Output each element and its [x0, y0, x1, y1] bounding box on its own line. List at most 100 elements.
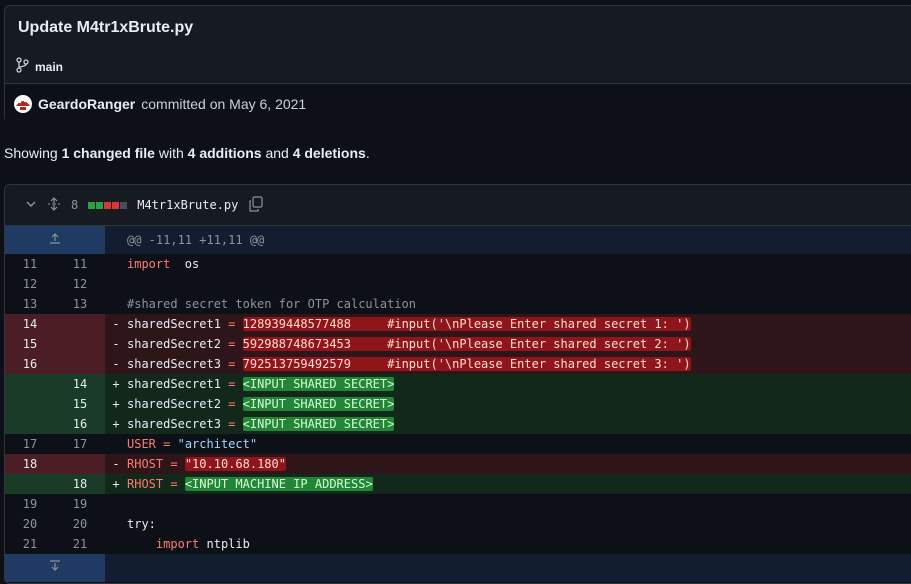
- file-name[interactable]: M4tr1xBrute.py: [137, 198, 238, 212]
- diff-marker: [105, 434, 127, 454]
- new-line-number[interactable]: 19: [55, 494, 105, 514]
- code-token: import: [155, 537, 200, 551]
- diffstat-block: [96, 201, 104, 209]
- commit-author[interactable]: GeardoRanger: [38, 96, 135, 112]
- expand-up-icon: [48, 226, 62, 254]
- new-line-number[interactable]: 14: [55, 374, 105, 394]
- old-line-number[interactable]: 14: [5, 314, 55, 334]
- avatar[interactable]: [14, 95, 32, 113]
- diff-line: 15 - sharedSecret2 = 592988748673453 #inpu…: [5, 334, 911, 354]
- code-content: sharedSecret1 = 128939448577488 #input('…: [127, 314, 691, 334]
- chevron-down-icon[interactable]: [25, 198, 37, 213]
- file-header: 8 M4tr1xBrute.py: [5, 185, 911, 226]
- hunk-range: @@ -11,11 +11,11 @@: [127, 233, 265, 247]
- diff-line: 19 19: [5, 494, 911, 514]
- code-content: try:: [127, 514, 156, 534]
- old-line-number[interactable]: 20: [5, 514, 55, 534]
- new-line-number[interactable]: 11: [55, 254, 105, 274]
- old-line-number[interactable]: 15: [5, 334, 55, 354]
- new-line-number[interactable]: [55, 454, 105, 474]
- new-line-number[interactable]: 21: [55, 534, 105, 554]
- old-line-number[interactable]: 12: [5, 274, 55, 294]
- diff-line: 16 - sharedSecret3 = 792513759492579 #inpu…: [5, 354, 911, 374]
- code-token: <INPUT SHARED SECRET>: [242, 377, 395, 391]
- code-token: =: [228, 417, 236, 431]
- commit-author-row: GeardoRanger committed on May 6, 2021: [5, 83, 911, 124]
- code-content: sharedSecret2 = <INPUT SHARED SECRET>: [127, 394, 395, 414]
- code-token: "10.10.68.180": [184, 457, 286, 471]
- code-token: RHOST: [127, 477, 164, 491]
- diffstat-block: [120, 201, 128, 209]
- diff-line: 15 + sharedSecret2 = <INPUT SHARED SECRET>: [5, 394, 911, 414]
- old-line-number[interactable]: 13: [5, 294, 55, 314]
- code-content: RHOST = <INPUT MACHINE IP ADDRESS>: [127, 474, 373, 494]
- hunk-header: @@ -11,11 +11,11 @@: [5, 226, 911, 254]
- diff-marker: [105, 294, 127, 314]
- branch-name: main: [35, 59, 64, 74]
- code-token: "architect": [177, 437, 258, 451]
- new-line-number[interactable]: 20: [55, 514, 105, 534]
- diff-line: 12 12: [5, 274, 911, 294]
- code-content: import os: [127, 254, 199, 274]
- old-line-number[interactable]: 11: [5, 254, 55, 274]
- summary-end: .: [365, 145, 370, 161]
- git-branch-icon: [15, 57, 29, 76]
- unfold-icon[interactable]: [47, 196, 61, 214]
- summary-additions: 4 additions: [187, 145, 262, 161]
- summary-and: and: [265, 145, 289, 161]
- diff-marker: +: [112, 377, 120, 391]
- code-token: =: [228, 377, 236, 391]
- new-line-number[interactable]: 17: [55, 434, 105, 454]
- old-line-number[interactable]: 16: [5, 354, 55, 374]
- expand-up-button[interactable]: [5, 226, 105, 254]
- change-count: 8: [71, 198, 79, 212]
- new-line-number[interactable]: 13: [55, 294, 105, 314]
- code-token: 792513759492579 #input('\nPlease Enter s…: [242, 357, 691, 371]
- code-content: USER = "architect": [127, 434, 257, 454]
- old-line-number[interactable]: [5, 414, 55, 434]
- new-line-number[interactable]: [55, 314, 105, 334]
- code-token: sharedSecret3: [127, 417, 229, 431]
- copy-icon[interactable]: [248, 195, 264, 215]
- code-token: =: [228, 337, 236, 351]
- code-content: RHOST = "10.10.68.180": [127, 454, 286, 474]
- new-line-number[interactable]: [55, 334, 105, 354]
- code-content: sharedSecret3 = <INPUT SHARED SECRET>: [127, 414, 395, 434]
- old-line-number[interactable]: 21: [5, 534, 55, 554]
- hunk-footer: [5, 554, 911, 582]
- code-token: <INPUT MACHINE IP ADDRESS>: [184, 477, 373, 491]
- code-token: 128939448577488 #input('\nPlease Enter s…: [242, 317, 691, 331]
- diff-marker: [105, 494, 127, 514]
- new-line-number[interactable]: 16: [55, 414, 105, 434]
- code-content: #shared secret token for OTP calculation: [127, 294, 416, 314]
- old-line-number[interactable]: [5, 394, 55, 414]
- branch-indicator[interactable]: main: [15, 57, 63, 76]
- old-line-number[interactable]: 19: [5, 494, 55, 514]
- old-line-number[interactable]: [5, 374, 55, 394]
- code-token: import: [127, 257, 171, 271]
- old-line-number[interactable]: 18: [5, 454, 55, 474]
- code-token: <INPUT SHARED SECRET>: [242, 417, 395, 431]
- code-token: =: [228, 317, 236, 331]
- diff-line: 18 + RHOST = <INPUT MACHINE IP ADDRESS>: [5, 474, 911, 494]
- code-token: <INPUT SHARED SECRET>: [242, 397, 395, 411]
- code-content: sharedSecret3 = 792513759492579 #input('…: [127, 354, 691, 374]
- old-line-number[interactable]: [5, 474, 55, 494]
- new-line-number[interactable]: 12: [55, 274, 105, 294]
- new-line-number[interactable]: [55, 354, 105, 374]
- diff-marker: [105, 254, 127, 274]
- diff-marker: [105, 274, 127, 294]
- code-token: try:: [127, 517, 156, 531]
- code-token: sharedSecret3: [127, 357, 229, 371]
- code-token: ntplib: [199, 537, 250, 551]
- commit-date: committed on May 6, 2021: [141, 96, 307, 112]
- diff-marker: -: [112, 457, 120, 471]
- new-line-number[interactable]: 18: [55, 474, 105, 494]
- expand-down-button[interactable]: [5, 554, 105, 582]
- diffstat-block: [88, 201, 96, 209]
- diff-line: 11 11 import os: [5, 254, 911, 274]
- old-line-number[interactable]: 17: [5, 434, 55, 454]
- file-diff: 8 M4tr1xBrute.py @@ -11,11 +11,11 @@ 11 1…: [4, 184, 911, 584]
- new-line-number[interactable]: 15: [55, 394, 105, 414]
